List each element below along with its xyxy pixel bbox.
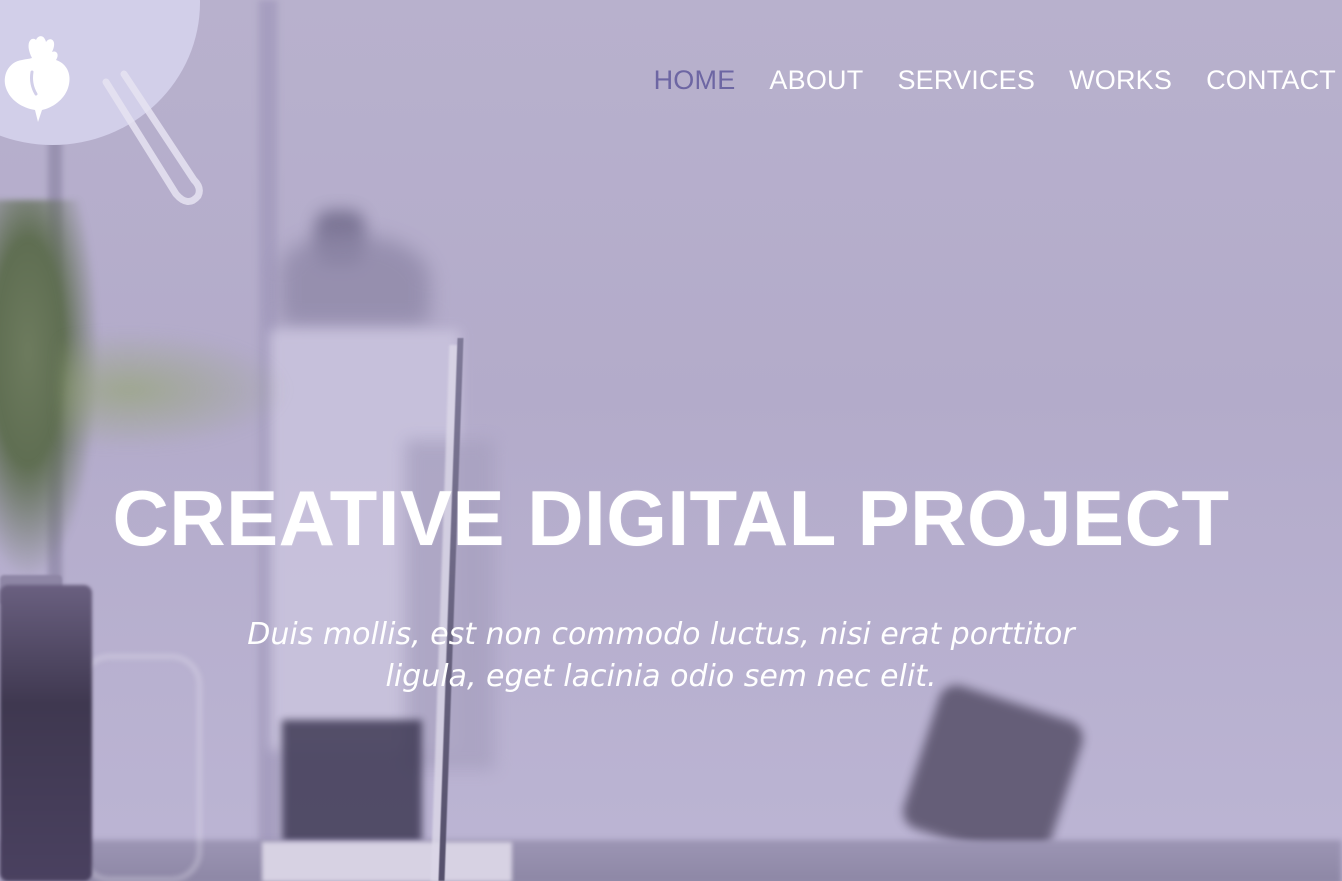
hero-section: HOME ABOUT SERVICES WORKS CONTACT CREATI… (0, 0, 1342, 881)
background-desk-item (262, 842, 512, 881)
background-lamp-head (280, 235, 430, 325)
nav-item-contact[interactable]: CONTACT (1206, 62, 1336, 98)
nav-item-services[interactable]: SERVICES (897, 62, 1035, 98)
background-jar (0, 585, 92, 881)
main-nav: HOME ABOUT SERVICES WORKS CONTACT (654, 62, 1336, 98)
beet-icon[interactable] (2, 32, 72, 124)
background-desk (0, 840, 1342, 881)
hero-subtitle-line-1: Duis mollis, est non commodo luctus, nis… (247, 617, 1075, 652)
background-plant-branch (60, 330, 290, 450)
nav-item-home[interactable]: HOME (654, 62, 736, 98)
hero-subtitle: Duis mollis, est non commodo luctus, nis… (241, 614, 1081, 698)
nav-item-about[interactable]: ABOUT (769, 62, 863, 98)
nav-item-works[interactable]: WORKS (1069, 62, 1172, 98)
hero-subtitle-line-2: ligula, eget lacinia odio sem nec elit. (385, 659, 937, 694)
background-glass (80, 655, 201, 881)
background-speaker (282, 720, 422, 845)
pin-icon (102, 70, 203, 205)
hero-title: CREATIVE DIGITAL PROJECT (112, 474, 1230, 562)
